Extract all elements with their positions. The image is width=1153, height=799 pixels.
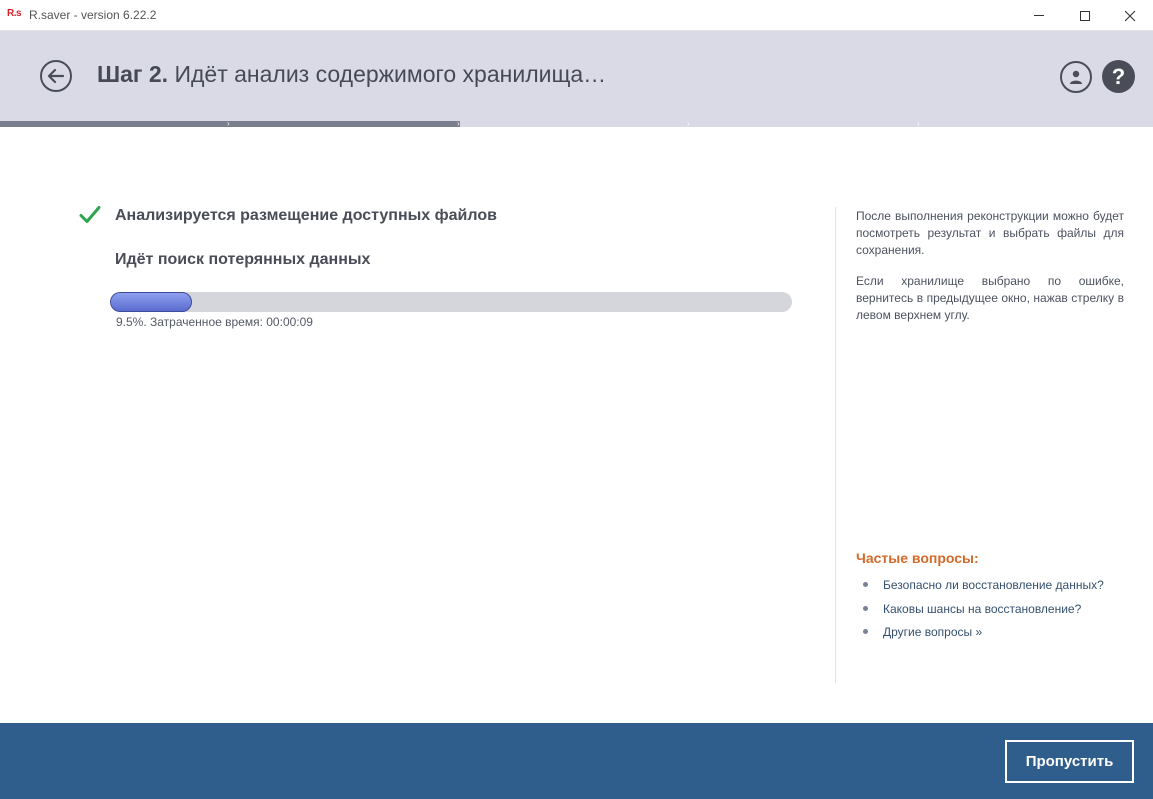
wizard-steps-bar: › › › › bbox=[0, 119, 1153, 128]
completed-task-label: Анализируется размещение доступных файло… bbox=[115, 207, 497, 224]
back-button[interactable] bbox=[40, 60, 72, 92]
current-task-label: Идёт поиск потерянных данных bbox=[115, 251, 371, 268]
app-logo: R.s bbox=[7, 8, 22, 19]
faq-link-safety[interactable]: Безопасно ли восстановление данных? bbox=[863, 577, 1104, 601]
wizard-footer: Пропустить bbox=[0, 723, 1153, 799]
wizard-header: Шаг 2. Идёт анализ содержимого хранилища… bbox=[0, 31, 1153, 121]
step-description: Идёт анализ содержимого хранилища… bbox=[174, 61, 607, 87]
step-segment-2 bbox=[230, 121, 460, 127]
help-icon: ? bbox=[1111, 63, 1126, 89]
checkmark-icon bbox=[79, 206, 101, 223]
minimize-icon bbox=[1034, 15, 1044, 16]
progress-status-text: 9.5%. Затраченное время: 00:00:09 bbox=[116, 315, 313, 329]
help-button[interactable]: ? bbox=[1102, 60, 1135, 93]
arrow-left-icon bbox=[47, 68, 65, 84]
faq-link-label: Другие вопросы » bbox=[883, 625, 983, 639]
vertical-divider bbox=[835, 207, 836, 683]
window-title: R.saver - version 6.22.2 bbox=[29, 8, 157, 22]
bullet-icon bbox=[863, 629, 868, 634]
step-separator-icon: › bbox=[687, 119, 690, 128]
help-text-result: После выполнения реконструкции можно буд… bbox=[856, 209, 1124, 257]
faq-link-label: Каковы шансы на восстановление? bbox=[883, 601, 1082, 616]
step-segment-5 bbox=[920, 121, 1153, 127]
maximize-icon bbox=[1080, 10, 1090, 21]
step-separator-icon: › bbox=[227, 119, 230, 128]
step-segment-1 bbox=[0, 121, 230, 127]
step-separator-icon: › bbox=[917, 119, 920, 128]
bullet-icon bbox=[863, 605, 868, 611]
progress-bar-fill bbox=[110, 292, 192, 312]
close-button[interactable] bbox=[1107, 0, 1153, 31]
account-button[interactable] bbox=[1060, 61, 1092, 93]
step-number: Шаг 2. bbox=[97, 61, 169, 87]
faq-link-other[interactable]: Другие вопросы » bbox=[863, 624, 1104, 648]
app-window: R.s R.saver - version 6.22.2 Шаг 2. Идёт… bbox=[0, 0, 1153, 799]
faq-list: Безопасно ли восстановление данных? Како… bbox=[863, 577, 1104, 648]
progress-bar bbox=[110, 292, 792, 312]
step-segment-3 bbox=[460, 121, 690, 127]
page-title: Шаг 2. Идёт анализ содержимого хранилища… bbox=[97, 61, 606, 88]
close-icon bbox=[1124, 10, 1136, 21]
step-segment-4 bbox=[690, 121, 920, 127]
minimize-button[interactable] bbox=[1016, 0, 1062, 31]
faq-heading: Частые вопросы: bbox=[856, 550, 979, 566]
step-separator-icon: › bbox=[457, 119, 460, 128]
help-text-back: Если хранилище выбрано по ошибке, вернит… bbox=[856, 274, 1124, 322]
faq-link-chances[interactable]: Каковы шансы на восстановление? bbox=[863, 601, 1104, 625]
bullet-icon bbox=[863, 582, 868, 587]
user-icon bbox=[1070, 70, 1082, 84]
maximize-button[interactable] bbox=[1062, 0, 1108, 31]
title-bar: R.s R.saver - version 6.22.2 bbox=[0, 0, 1153, 31]
faq-link-label: Безопасно ли восстановление данных? bbox=[883, 578, 1104, 592]
skip-button[interactable]: Пропустить bbox=[1005, 740, 1134, 783]
